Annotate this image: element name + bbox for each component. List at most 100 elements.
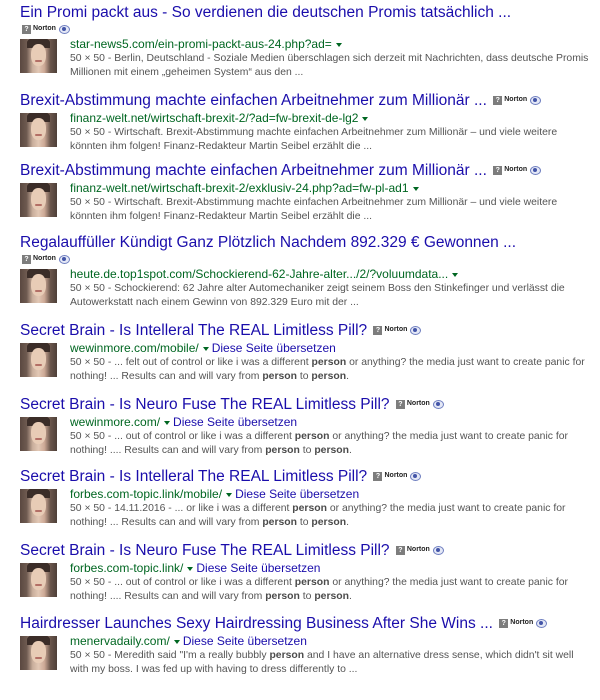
result-text: forbes.com-topic.link/mobile/Diese Seite… bbox=[70, 487, 592, 530]
snippet-highlight: person bbox=[311, 517, 347, 528]
snippet-text: to bbox=[299, 445, 315, 456]
thumbnail-face bbox=[31, 118, 46, 140]
result-thumbnail[interactable] bbox=[20, 39, 57, 73]
caret-down-icon[interactable] bbox=[412, 186, 419, 191]
norton-badge-icon: ? bbox=[395, 545, 405, 555]
thumbnail-mouth bbox=[35, 204, 42, 206]
result-thumbnail[interactable] bbox=[20, 636, 57, 670]
translate-page-link[interactable]: Diese Seite übersetzen bbox=[196, 561, 320, 575]
snippet-text: 50 × 50 - Wirtschaft. Brexit-Abstimmung … bbox=[70, 197, 558, 222]
search-result: Secret Brain - Is Intelleral The REAL Li… bbox=[20, 321, 592, 382]
caret-down-icon[interactable] bbox=[452, 272, 459, 277]
snippet-text: 50 × 50 - ... out of control or like i w… bbox=[70, 431, 295, 442]
search-result: Secret Brain - Is Intelleral The REAL Li… bbox=[20, 467, 592, 528]
norton-badge[interactable]: ? Norton bbox=[395, 545, 444, 556]
snippet-highlight: person bbox=[262, 371, 297, 382]
eye-icon[interactable] bbox=[58, 254, 70, 264]
norton-badge[interactable]: ? Norton bbox=[373, 471, 422, 482]
result-text: wewinmore.com/Diese Seite übersetzen 50 ×… bbox=[70, 415, 592, 458]
result-title-link[interactable]: Ein Promi packt aus - So verdienen die d… bbox=[20, 4, 511, 21]
result-body: finanz-welt.net/wirtschaft-brexit-2/?ad=… bbox=[20, 111, 592, 152]
translate-page-link[interactable]: Diese Seite übersetzen bbox=[183, 634, 307, 648]
norton-badge-icon: ? bbox=[493, 95, 503, 105]
snippet-text: 50 × 50 - Meredith said "I'm a really bu… bbox=[70, 650, 270, 661]
translate-page-link[interactable]: Diese Seite übersetzen bbox=[235, 487, 359, 501]
result-url[interactable]: finanz-welt.net/wirtschaft-brexit-2/exkl… bbox=[70, 181, 409, 195]
translate-page-link[interactable]: Diese Seite übersetzen bbox=[173, 415, 297, 429]
result-title-link[interactable]: Secret Brain - Is Neuro Fuse The REAL Li… bbox=[20, 542, 390, 559]
result-snippet: 50 × 50 - ... felt out of control or lik… bbox=[70, 356, 592, 384]
norton-badge[interactable]: ? Norton bbox=[22, 24, 70, 35]
result-title-link[interactable]: Brexit-Abstimmung machte einfachen Arbei… bbox=[20, 92, 487, 109]
result-url[interactable]: wewinmore.com/mobile/ bbox=[70, 341, 199, 355]
result-title-link[interactable]: Secret Brain - Is Neuro Fuse The REAL Li… bbox=[20, 396, 390, 413]
snippet-text: to bbox=[296, 371, 312, 382]
result-title-line: Ein Promi packt aus - So verdienen die d… bbox=[20, 3, 592, 23]
norton-badge[interactable]: ? Norton bbox=[22, 254, 70, 265]
translate-page-link[interactable]: Diese Seite übersetzen bbox=[212, 341, 336, 355]
result-url[interactable]: star-news5.com/ein-promi-packt-aus-24.ph… bbox=[70, 37, 332, 51]
result-title-link[interactable]: Regalauffüller Kündigt Ganz Plötzlich Na… bbox=[20, 234, 516, 251]
result-text: wewinmore.com/mobile/Diese Seite überset… bbox=[70, 341, 592, 384]
result-body: finanz-welt.net/wirtschaft-brexit-2/exkl… bbox=[20, 181, 592, 222]
eye-icon[interactable] bbox=[530, 165, 542, 175]
result-title-line: Hairdresser Launches Sexy Hairdressing B… bbox=[20, 614, 592, 634]
result-url[interactable]: forbes.com-topic.link/mobile/ bbox=[70, 487, 222, 501]
norton-label: Norton bbox=[33, 25, 56, 33]
caret-down-icon[interactable] bbox=[226, 492, 233, 497]
result-url[interactable]: finanz-welt.net/wirtschaft-brexit-2/?ad=… bbox=[70, 111, 358, 125]
result-title-line: Secret Brain - Is Intelleral The REAL Li… bbox=[20, 321, 592, 341]
result-thumbnail[interactable] bbox=[20, 417, 57, 451]
result-title-link[interactable]: Hairdresser Launches Sexy Hairdressing B… bbox=[20, 615, 493, 632]
eye-icon[interactable] bbox=[58, 24, 70, 34]
result-thumbnail[interactable] bbox=[20, 183, 57, 217]
eye-icon[interactable] bbox=[530, 95, 542, 105]
result-url-line: forbes.com-topic.link/Diese Seite überse… bbox=[70, 561, 592, 576]
result-thumbnail[interactable] bbox=[20, 489, 57, 523]
caret-down-icon[interactable] bbox=[164, 420, 171, 425]
result-snippet: 50 × 50 - Meredith said "I'm a really bu… bbox=[70, 649, 592, 677]
result-title-link[interactable]: Secret Brain - Is Intelleral The REAL Li… bbox=[20, 468, 367, 485]
result-thumbnail[interactable] bbox=[20, 269, 57, 303]
result-text: finanz-welt.net/wirtschaft-brexit-2/exkl… bbox=[70, 181, 592, 224]
result-snippet: 50 × 50 - Berlin, Deutschland - Soziale … bbox=[70, 52, 592, 80]
eye-icon[interactable] bbox=[536, 618, 548, 628]
snippet-highlight: person bbox=[314, 445, 349, 456]
caret-down-icon[interactable] bbox=[187, 566, 194, 571]
eye-icon[interactable] bbox=[432, 399, 444, 409]
result-snippet: 50 × 50 - 14.11.2016 - ... or like i was… bbox=[70, 502, 592, 530]
snippet-text: . bbox=[346, 371, 349, 382]
caret-down-icon[interactable] bbox=[202, 346, 209, 351]
norton-badge[interactable]: ? Norton bbox=[499, 618, 548, 629]
eye-icon[interactable] bbox=[410, 471, 422, 481]
result-body: forbes.com-topic.link/mobile/Diese Seite… bbox=[20, 487, 592, 528]
norton-badge-icon: ? bbox=[493, 165, 503, 175]
result-url[interactable]: menervadaily.com/ bbox=[70, 634, 170, 648]
result-url[interactable]: heute.de.top1spot.com/Schockierend-62-Ja… bbox=[70, 267, 448, 281]
result-title-link[interactable]: Secret Brain - Is Intelleral The REAL Li… bbox=[20, 322, 367, 339]
result-thumbnail[interactable] bbox=[20, 563, 57, 597]
result-thumbnail[interactable] bbox=[20, 113, 57, 147]
result-thumbnail[interactable] bbox=[20, 343, 57, 377]
result-title-line: Secret Brain - Is Intelleral The REAL Li… bbox=[20, 467, 592, 487]
norton-badge[interactable]: ? Norton bbox=[493, 95, 542, 106]
eye-icon[interactable] bbox=[432, 545, 444, 555]
caret-down-icon[interactable] bbox=[173, 639, 180, 644]
snippet-text: 50 × 50 - 14.11.2016 - ... or like i was… bbox=[70, 503, 293, 514]
caret-down-icon[interactable] bbox=[335, 42, 342, 47]
eye-icon[interactable] bbox=[410, 325, 422, 335]
result-url[interactable]: forbes.com-topic.link/ bbox=[70, 561, 183, 575]
thumbnail-mouth bbox=[35, 438, 42, 440]
result-url[interactable]: wewinmore.com/ bbox=[70, 415, 160, 429]
thumbnail-face bbox=[31, 44, 46, 66]
thumbnail-mouth bbox=[35, 60, 42, 62]
result-title-link[interactable]: Brexit-Abstimmung machte einfachen Arbei… bbox=[20, 162, 487, 179]
norton-badge[interactable]: ? Norton bbox=[493, 165, 542, 176]
snippet-text: . bbox=[346, 517, 349, 528]
search-result: Ein Promi packt aus - So verdienen die d… bbox=[20, 3, 592, 78]
norton-badge[interactable]: ? Norton bbox=[373, 325, 422, 336]
result-url-line: star-news5.com/ein-promi-packt-aus-24.ph… bbox=[70, 37, 592, 52]
thumbnail-mouth bbox=[35, 364, 42, 366]
norton-badge[interactable]: ? Norton bbox=[395, 399, 444, 410]
caret-down-icon[interactable] bbox=[362, 116, 369, 121]
